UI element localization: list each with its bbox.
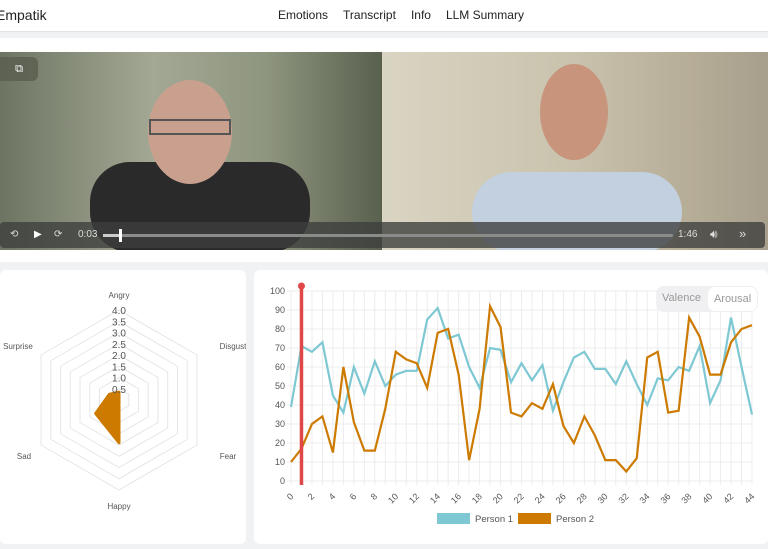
toggle-arousal[interactable]: Arousal xyxy=(707,287,758,311)
x-tick-label: 40 xyxy=(700,491,714,505)
current-time: 0:03 xyxy=(78,229,98,240)
rewind-15-icon[interactable]: ⟲ xyxy=(10,229,18,240)
radar-label-happy: Happy xyxy=(107,502,130,511)
x-tick-label: 32 xyxy=(617,491,631,505)
y-tick-label: 30 xyxy=(275,419,285,429)
y-tick-label: 80 xyxy=(275,324,285,334)
y-tick-label: 70 xyxy=(275,343,285,353)
radar-tick: 2.5 xyxy=(112,340,126,351)
radar-tick: 3.5 xyxy=(112,317,126,328)
radar-tick: 2.0 xyxy=(112,351,126,362)
x-tick-label: 26 xyxy=(554,491,568,505)
radar-tick: 3.0 xyxy=(112,329,126,340)
x-tick-label: 30 xyxy=(596,491,610,505)
y-tick-label: 0 xyxy=(280,476,285,486)
seek-progress xyxy=(103,234,119,237)
x-tick-label: 28 xyxy=(575,491,589,505)
metric-toggle: Valence Arousal xyxy=(656,286,759,312)
video-player[interactable]: ⧉ ⟲ ▶ ⟳ 0:03 1:46 🔊︎ » xyxy=(0,52,768,250)
video-frame-person-2 xyxy=(382,52,768,250)
x-tick-label: 38 xyxy=(679,491,693,505)
play-icon[interactable]: ▶ xyxy=(34,229,42,240)
x-tick-label: 16 xyxy=(449,491,463,505)
seek-handle[interactable] xyxy=(118,229,122,242)
top-nav: Empatik Emotions Transcript Info LLM Sum… xyxy=(0,0,768,32)
radar-tick: 1.0 xyxy=(112,374,126,385)
nav-llm-summary[interactable]: LLM Summary xyxy=(446,8,524,22)
emotion-radar-card: 0.5 1.0 1.5 2.0 2.5 3.0 3.5 4.0 Angry Disgust Fear… xyxy=(0,270,247,544)
player-controls: ⟲ ▶ ⟳ 0:03 1:46 🔊︎ » xyxy=(0,222,765,248)
radar-tick: 4.0 xyxy=(112,306,126,317)
y-tick-label: 40 xyxy=(275,400,285,410)
playhead-handle xyxy=(297,282,305,290)
pip-icon[interactable]: ⧉ xyxy=(0,57,38,81)
radar-tick: 0.5 xyxy=(112,385,126,396)
x-tick-label: 44 xyxy=(742,491,756,505)
legend-swatch-person-1 xyxy=(437,513,470,524)
seek-bar[interactable] xyxy=(103,229,673,242)
x-tick-label: 18 xyxy=(470,491,484,505)
radar-label-fear: Fear xyxy=(220,452,237,461)
nav-emotions[interactable]: Emotions xyxy=(278,8,328,22)
x-tick-label: 12 xyxy=(407,491,421,505)
x-tick-label: 2 xyxy=(306,491,317,502)
x-tick-label: 8 xyxy=(369,491,380,502)
legend-label-person-2: Person 2 xyxy=(556,514,594,525)
x-tick-label: 34 xyxy=(637,491,651,505)
y-tick-label: 50 xyxy=(275,381,285,391)
video-frame-person-1 xyxy=(0,52,382,250)
radar-label-surprise: Surprise xyxy=(3,342,33,351)
x-tick-label: 10 xyxy=(386,491,400,505)
forward-15-icon[interactable]: ⟳ xyxy=(54,229,62,240)
emotion-radar-chart: 0.51.01.52.02.53.03.54.0 Angry Disgust Fear… xyxy=(3,291,247,511)
duration: 1:46 xyxy=(678,229,698,240)
x-tick-label: 4 xyxy=(327,491,338,502)
y-tick-label: 10 xyxy=(275,457,285,467)
x-tick-label: 14 xyxy=(428,491,442,505)
radar-label-angry: Angry xyxy=(109,291,130,300)
legend-swatch-person-2 xyxy=(518,513,551,524)
x-tick-label: 22 xyxy=(512,491,526,505)
radar-label-sad: Sad xyxy=(17,452,31,461)
x-tick-label: 6 xyxy=(348,491,359,502)
y-tick-label: 60 xyxy=(275,362,285,372)
nav-transcript[interactable]: Transcript xyxy=(343,8,396,22)
x-tick-label: 20 xyxy=(491,491,505,505)
legend-label-person-1: Person 1 xyxy=(475,514,513,525)
volume-icon[interactable]: 🔊︎ xyxy=(710,227,718,242)
y-tick-label: 90 xyxy=(275,305,285,315)
toggle-valence[interactable]: Valence xyxy=(656,286,707,312)
fast-forward-icon[interactable]: » xyxy=(739,226,746,241)
nav-info[interactable]: Info xyxy=(411,8,431,22)
radar-label-disgust: Disgust xyxy=(220,342,246,351)
x-tick-label: 42 xyxy=(721,491,735,505)
radar-tick: 1.5 xyxy=(112,362,126,373)
x-tick-label: 36 xyxy=(658,491,672,505)
x-tick-label: 24 xyxy=(533,491,547,505)
brand-logo[interactable]: Empatik xyxy=(0,7,47,23)
y-tick-label: 20 xyxy=(275,438,285,448)
x-tick-label: 0 xyxy=(285,491,296,502)
y-tick-label: 100 xyxy=(270,286,285,296)
